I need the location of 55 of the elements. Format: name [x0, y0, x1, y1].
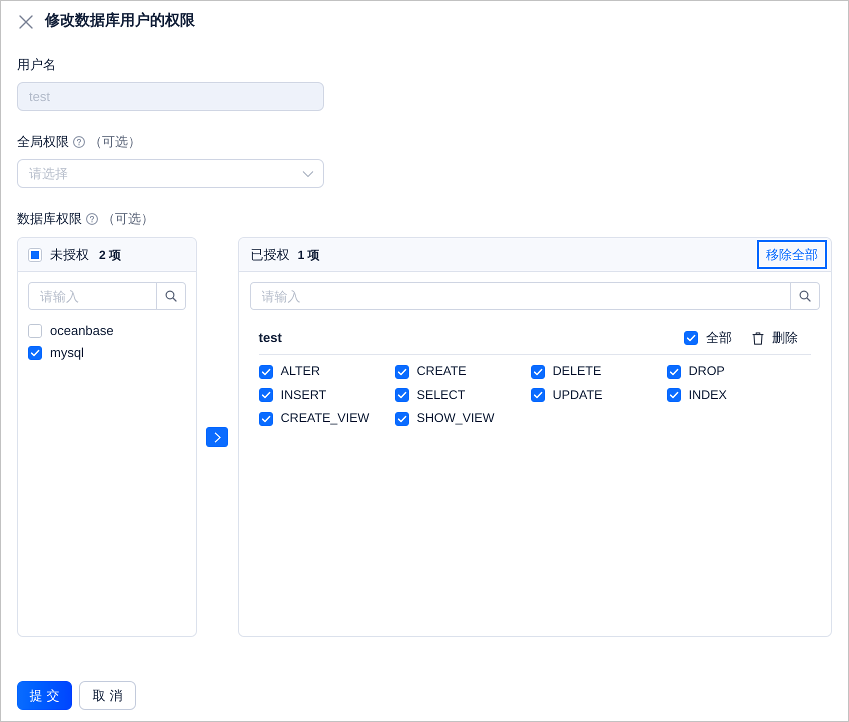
privilege-label: CREATE — [416, 363, 466, 380]
panel-title: 已授权 — [250, 246, 290, 264]
checkbox[interactable] — [258, 364, 273, 379]
privilege-label: CREATE_VIEW — [280, 410, 370, 428]
checkbox[interactable] — [258, 412, 273, 426]
delete-button[interactable]: 删除 — [752, 328, 798, 348]
submit-button[interactable]: 提 交 — [17, 681, 72, 710]
checkbox[interactable] — [530, 364, 545, 379]
remove-all-button[interactable]: 移除全部 — [757, 240, 827, 269]
move-right-button[interactable] — [206, 427, 228, 447]
chevron-right-icon — [214, 432, 221, 442]
checkbox[interactable] — [394, 412, 409, 426]
optional-hint: （可选） — [89, 133, 141, 151]
checkbox[interactable] — [666, 364, 681, 379]
checkbox-label: 全部 — [706, 329, 732, 348]
privilege-label: SHOW_VIEW — [416, 410, 494, 428]
field-label: 用户名 — [17, 56, 56, 74]
item-count: 1 项 — [298, 246, 320, 264]
field-label: 全局权限 — [17, 133, 69, 151]
privilege-label: DELETE — [552, 363, 602, 380]
search-button[interactable] — [791, 282, 820, 310]
checkbox[interactable] — [684, 331, 698, 345]
help-icon — [73, 136, 85, 148]
privilege-label: DROP — [688, 363, 725, 380]
optional-hint: （可选） — [102, 210, 154, 228]
trash-icon — [752, 332, 764, 344]
checkbox[interactable] — [28, 346, 42, 360]
search-button[interactable] — [156, 282, 186, 310]
checkbox[interactable] — [258, 388, 273, 402]
list-item-label[interactable]: mysql — [50, 343, 84, 363]
cancel-button[interactable]: 取 消 — [79, 681, 136, 710]
checkbox[interactable] — [530, 388, 545, 402]
checkbox[interactable] — [28, 248, 42, 262]
search-icon — [799, 290, 811, 302]
search-field[interactable]: 请输入 — [250, 282, 791, 310]
list-item-label[interactable]: oceanbase — [50, 321, 114, 341]
help-icon — [86, 213, 98, 225]
privilege-label: INDEX — [688, 386, 727, 404]
checkbox[interactable] — [666, 388, 681, 402]
privilege-label: ALTER — [280, 363, 320, 380]
window-title: 修改数据库用户的权限 — [45, 11, 195, 32]
privilege-label: UPDATE — [552, 386, 602, 404]
field-label: 数据库权限 — [17, 210, 82, 228]
checkbox[interactable] — [394, 364, 409, 379]
chevron-down-icon — [302, 170, 314, 178]
search-icon — [164, 290, 177, 302]
privilege-label: INSERT — [280, 386, 326, 404]
close-icon[interactable] — [19, 14, 33, 28]
panel-title: 未授权 — [50, 246, 89, 264]
group-name: test — [258, 329, 282, 348]
checkbox[interactable] — [394, 388, 409, 402]
item-count: 2 项 — [99, 246, 122, 264]
privilege-label: SELECT — [416, 386, 466, 404]
checkbox[interactable] — [28, 324, 42, 338]
search-field[interactable]: 请输入 — [28, 282, 157, 310]
